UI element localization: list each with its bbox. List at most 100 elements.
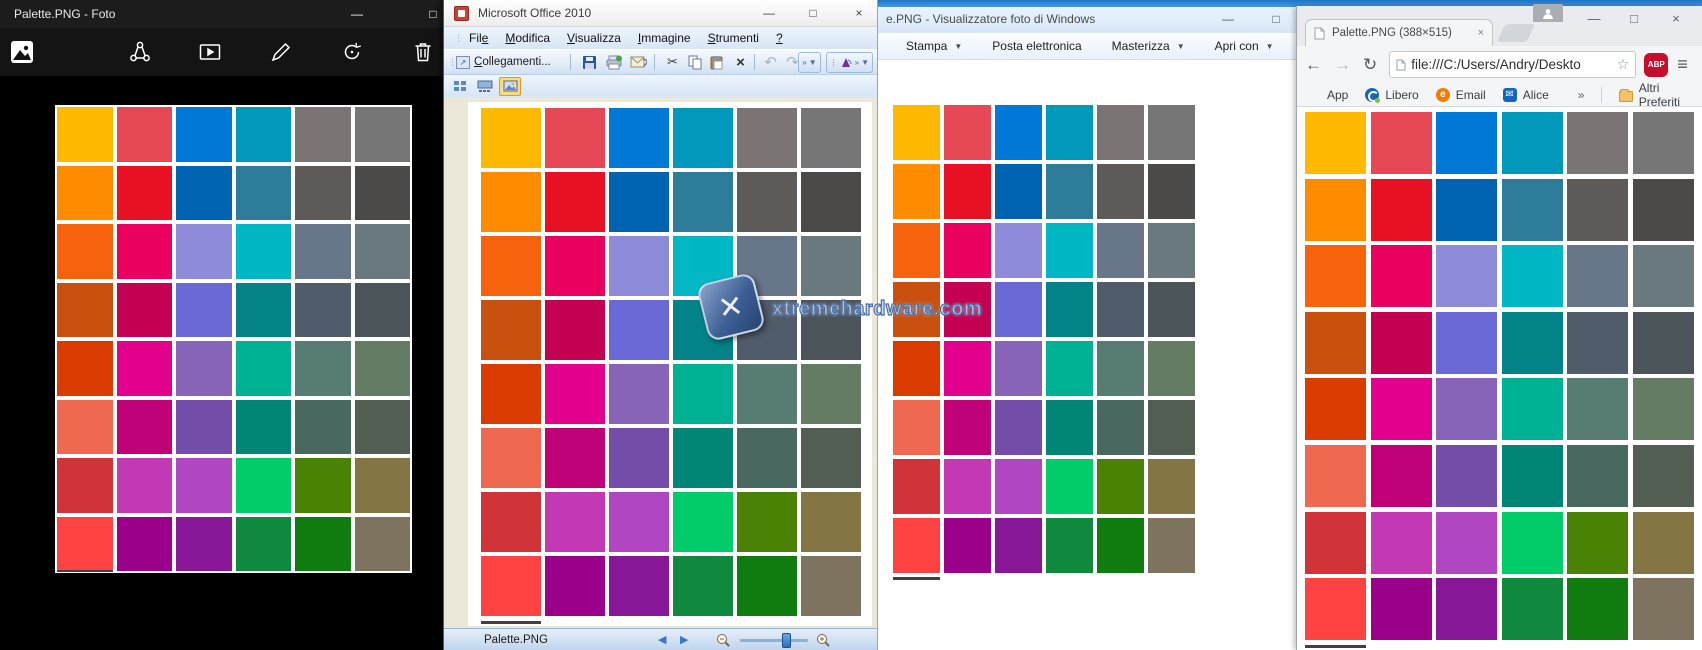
zoom-slider-thumb[interactable]: [782, 633, 791, 648]
office-menu-?[interactable]: ?: [776, 31, 783, 45]
bookmark-email[interactable]: eEmail: [1436, 88, 1486, 102]
viewer-menu-apri-con[interactable]: Apri con▼: [1215, 39, 1274, 53]
slideshow-icon[interactable]: [198, 40, 222, 64]
filmstrip-view-button[interactable]: [474, 77, 496, 96]
other-bookmarks-folder[interactable]: Altri Preferiti: [1619, 81, 1692, 109]
palette-row9-edge: [1305, 645, 1366, 648]
edit-pictures-mini-toolbar[interactable]: ⋮ »▼: [826, 52, 873, 73]
reload-button[interactable]: ↻: [1363, 55, 1377, 75]
office-preview-pane: [444, 97, 877, 628]
palette-swatch: [673, 556, 733, 616]
office-menu-immagine[interactable]: Immagine: [638, 31, 691, 45]
rotate-icon[interactable]: [340, 40, 364, 64]
share-icon[interactable]: [128, 40, 152, 64]
bookmark-alice[interactable]: ✉Alice: [1503, 88, 1549, 102]
palette-swatch: [236, 166, 292, 221]
palette-swatch: [1502, 578, 1563, 640]
office-menu-strumenti[interactable]: Strumenti: [708, 31, 759, 45]
viewer-menu-posta-elettronica[interactable]: Posta elettronica: [992, 39, 1081, 53]
back-button[interactable]: ←: [1305, 55, 1322, 75]
maximize-button[interactable]: □: [1615, 6, 1653, 32]
address-bar[interactable]: file:///C:/Users/Andry/Deskto ☆: [1389, 51, 1636, 78]
new-tab-button[interactable]: [1497, 24, 1535, 42]
zoom-in-button[interactable]: [816, 633, 830, 647]
palette-swatch: [944, 105, 991, 160]
palette-swatch: [609, 364, 669, 424]
toolbar-options-button[interactable]: »▼: [798, 52, 820, 73]
minimize-button[interactable]: —: [1575, 6, 1613, 32]
thumbnail-view-button[interactable]: [449, 77, 471, 96]
copy-button[interactable]: [688, 53, 702, 71]
close-button[interactable]: ×: [1657, 6, 1695, 32]
palette-swatch: [1633, 112, 1694, 174]
print-icon: [606, 55, 622, 70]
next-image-button[interactable]: ▶: [680, 629, 688, 650]
palette-swatch: [355, 517, 411, 572]
photos-titlebar[interactable]: Palette.PNG - Foto — □: [0, 0, 443, 28]
palette-swatch: [355, 458, 411, 513]
bookmark-star-icon[interactable]: ☆: [1617, 56, 1630, 73]
palette-swatch: [1097, 518, 1144, 573]
edit-pencil-icon[interactable]: [269, 40, 293, 64]
delete-button[interactable]: ×: [732, 53, 749, 71]
see-all-photos-icon[interactable]: [10, 40, 34, 64]
palette-swatch: [117, 341, 173, 396]
zoom-out-button[interactable]: [716, 633, 730, 647]
bookmark-libero[interactable]: Libero: [1365, 88, 1418, 102]
browser-menu-icon[interactable]: ≡: [1677, 54, 1688, 75]
undo-button[interactable]: ↶: [762, 53, 779, 71]
maximize-button[interactable]: □: [796, 0, 830, 27]
office-menu-modifica[interactable]: Modifica: [505, 31, 550, 45]
palette-swatch: [545, 108, 605, 168]
palette-swatch: [481, 108, 541, 168]
palette-swatch: [1567, 245, 1628, 307]
palette-swatch: [355, 341, 411, 396]
browser-tab[interactable]: Palette.PNG (388×515) ×: [1305, 19, 1493, 46]
palette-swatch: [1046, 282, 1093, 337]
save-button[interactable]: [582, 53, 597, 71]
palette-swatch: [57, 458, 113, 513]
cut-button[interactable]: ✂: [664, 53, 681, 71]
window-office-picture-manager: Microsoft Office 2010 — □ × ⋮ FileModifi…: [443, 0, 877, 650]
links-button[interactable]: ↗ Collegamenti...: [456, 53, 551, 71]
minimize-button[interactable]: —: [334, 0, 380, 28]
cut-icon: ✂: [664, 54, 681, 71]
adblock-plus-icon[interactable]: ABP: [1644, 53, 1668, 77]
palette-swatch: [1436, 512, 1497, 574]
zoom-slider-track[interactable]: [740, 639, 808, 642]
forward-button[interactable]: →: [1334, 55, 1351, 75]
close-button[interactable]: ×: [842, 0, 876, 27]
palette-swatch: [893, 459, 940, 514]
minimize-button[interactable]: —: [752, 0, 786, 27]
profile-button[interactable]: [1533, 4, 1563, 22]
viewer-menu-masterizza[interactable]: Masterizza▼: [1112, 39, 1185, 53]
bookmark-app[interactable]: App: [1307, 88, 1348, 102]
office-titlebar[interactable]: Microsoft Office 2010 — □ ×: [444, 0, 877, 27]
viewer-menu-stampa[interactable]: Stampa▼: [906, 39, 962, 53]
palette-swatch: [801, 300, 861, 360]
minimize-button[interactable]: —: [1211, 7, 1245, 31]
print-button[interactable]: [606, 53, 622, 71]
palette-swatch: [1502, 445, 1563, 507]
palette-swatch: [609, 108, 669, 168]
paste-button[interactable]: [710, 53, 724, 71]
palette-swatch: [117, 458, 173, 513]
delete-x-icon: ×: [732, 54, 749, 71]
previous-image-button[interactable]: ◀: [658, 629, 666, 650]
single-picture-view-button[interactable]: [499, 77, 521, 96]
maximize-button[interactable]: □: [1259, 7, 1293, 31]
palette-swatch: [673, 492, 733, 552]
bookmarks-overflow-chevron[interactable]: »: [1578, 88, 1585, 102]
apps-grid-icon: [1307, 88, 1321, 102]
office-statusbar: Palette.PNG ◀ ▶: [444, 628, 877, 650]
office-menu-visualizza[interactable]: Visualizza: [567, 31, 621, 45]
toolbar-separator: [754, 54, 755, 70]
palette-row9-edge: [57, 570, 113, 572]
url-text: file:///C:/Users/Andry/Deskto: [1411, 57, 1611, 72]
palette-swatch: [944, 459, 991, 514]
office-menu-file[interactable]: File: [469, 31, 488, 45]
bookmark-label: Email: [1456, 88, 1486, 102]
delete-trash-icon[interactable]: [411, 40, 435, 64]
mail-button[interactable]: [630, 53, 647, 71]
tab-close-icon[interactable]: ×: [1478, 27, 1484, 39]
